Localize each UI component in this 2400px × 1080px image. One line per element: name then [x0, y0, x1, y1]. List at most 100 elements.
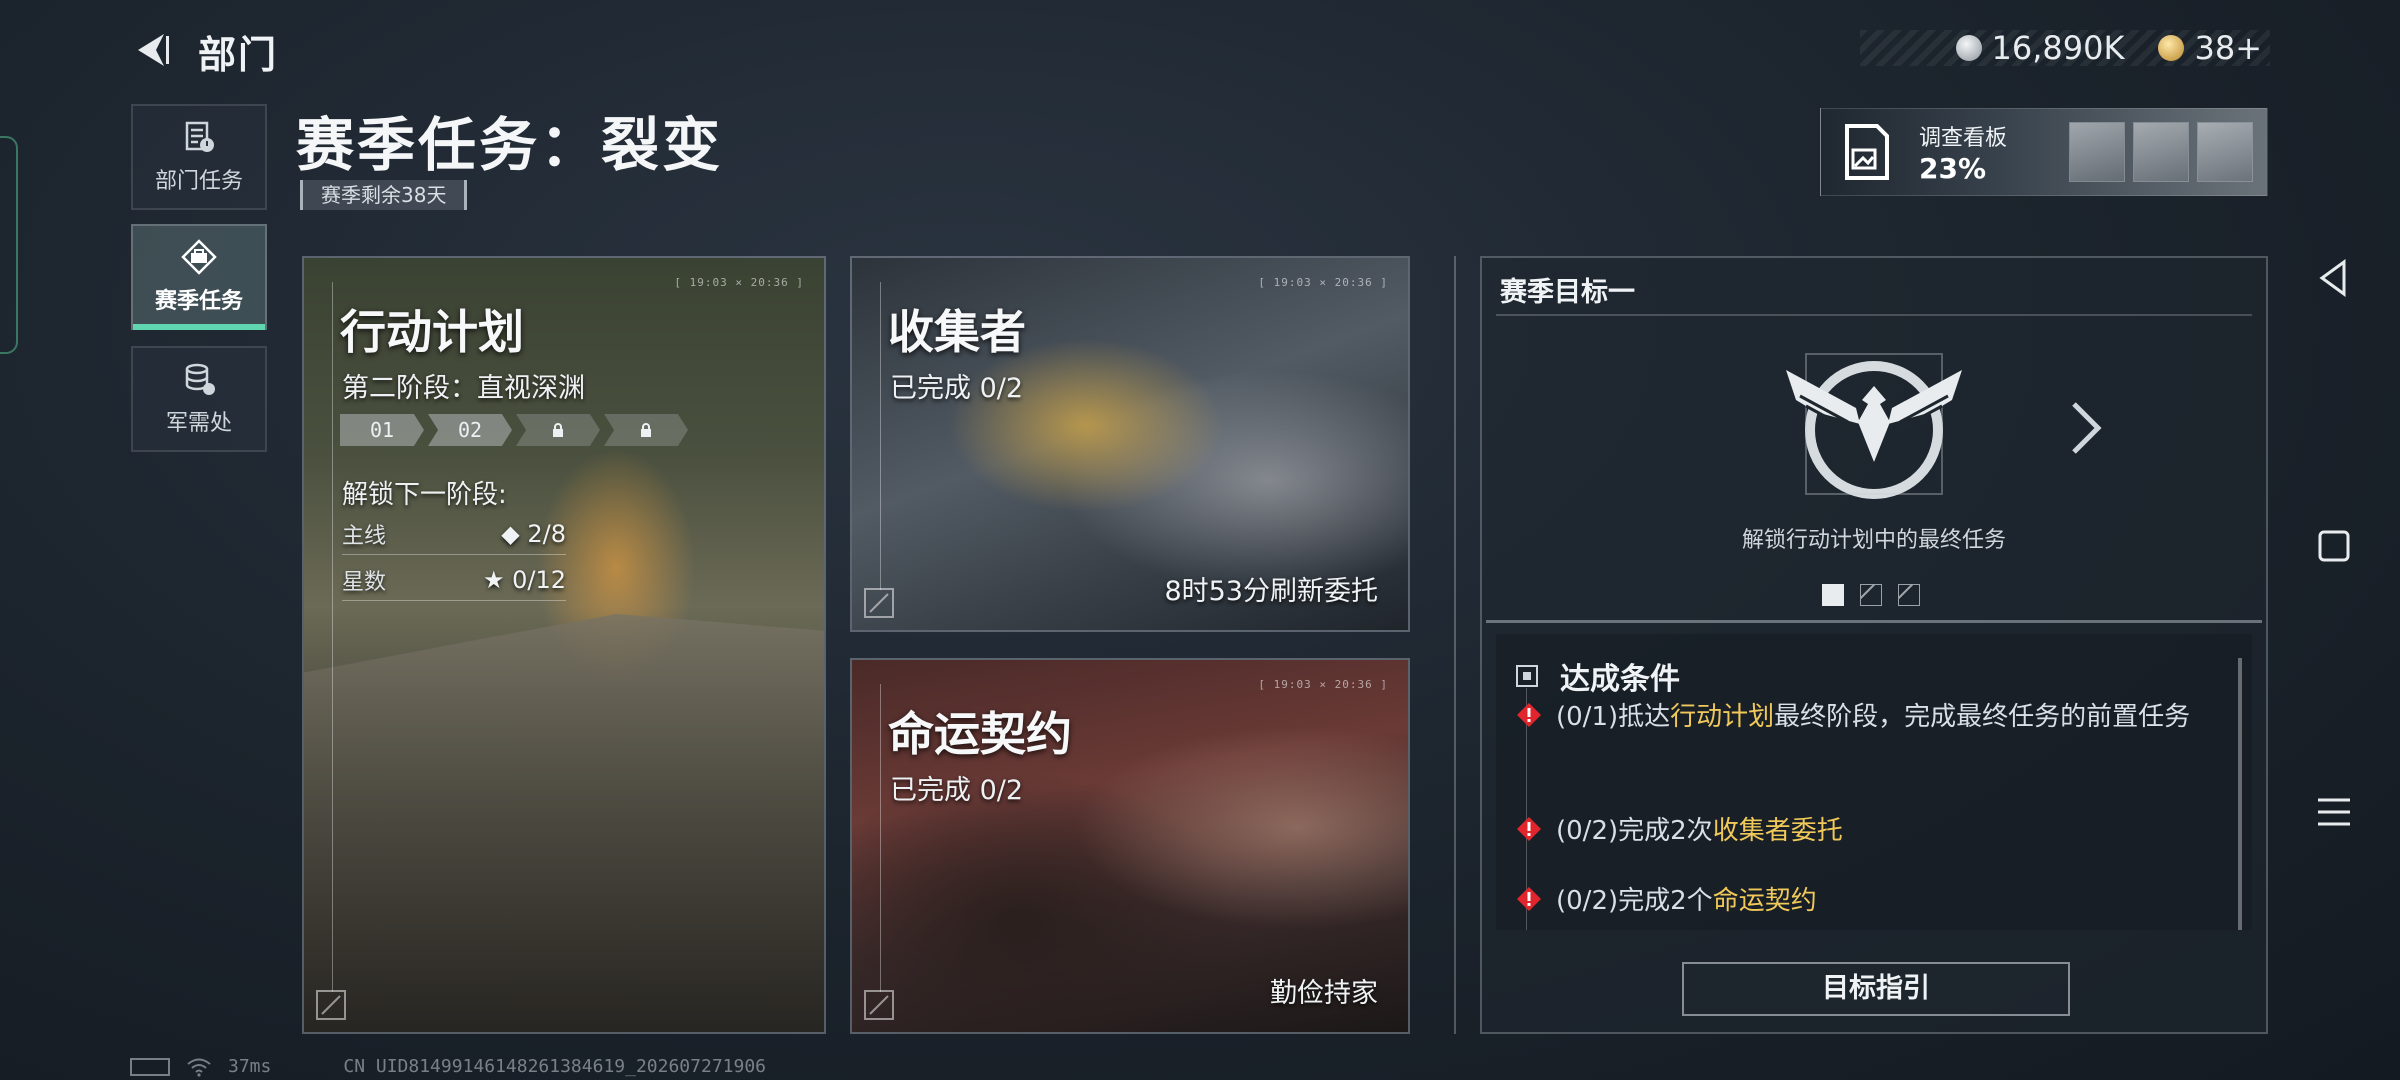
season-goal-description: 解锁行动计划中的最终任务	[1741, 528, 2006, 553]
silver-coin-icon	[1955, 35, 1982, 61]
conditions-title: 达成条件	[1560, 662, 1680, 697]
user-uid: CN UID8149914614826138461​9_202607271906	[343, 1056, 766, 1077]
square-home-icon	[2318, 530, 2350, 562]
evidence-photo	[2197, 122, 2253, 182]
next-goal-arrow-icon[interactable]	[2066, 398, 2106, 458]
card-timestamp: [ 19:03 × 20:36 ]	[1258, 678, 1388, 691]
card-guide-line	[332, 282, 333, 992]
fate-contract-tag: 勤俭持家	[1270, 978, 1378, 1009]
sidebar-item-label: 部门任务	[154, 169, 243, 194]
progress-key: 主线	[342, 524, 387, 549]
expand-corner-icon	[864, 990, 894, 1020]
back-button[interactable]	[130, 28, 174, 72]
progress-key: 星数	[342, 570, 387, 595]
triangle-back-icon	[2319, 259, 2346, 297]
currency-bar: 16,890K 38+	[1860, 29, 2270, 67]
page-dot-active[interactable]	[1822, 584, 1844, 606]
condition-text: (0/1)抵达行动计划最终阶段，完成最终任务的前置任务	[1556, 702, 2191, 732]
progress-value: ◆ 2/8	[501, 520, 566, 548]
eagle-emblem-icon[interactable]	[1776, 352, 1972, 502]
back-arrow-icon	[138, 34, 169, 66]
condition-text: (0/2)完成2次收集者委托	[1556, 816, 1843, 846]
stage-04-locked	[604, 414, 688, 446]
goal-divider	[1496, 314, 2252, 316]
section-divider	[1454, 256, 1456, 1034]
page-dot[interactable]	[1860, 584, 1882, 606]
survey-board-button[interactable]: 调查看板 23%	[1820, 108, 2268, 196]
season-goal-title: 赛季目标一	[1500, 277, 1635, 308]
card-guide-line	[880, 684, 881, 992]
lock-icon	[553, 423, 563, 437]
survey-board-label: 调查看板	[1919, 125, 2008, 151]
page-header-title: 部门	[198, 33, 279, 77]
condition-item: (0/2)完成2个命运契约	[1516, 880, 2212, 922]
goal-page-indicator	[1822, 584, 1920, 606]
survey-board-percent: 23%	[1919, 151, 1987, 185]
warning-icon	[1517, 887, 1541, 911]
card-guide-line	[880, 282, 881, 590]
collector-progress: 已完成 0/2	[890, 373, 1024, 404]
fate-contract-card[interactable]: [ 19:03 × 20:36 ] 命运契约 已完成 0/2 勤俭持家	[850, 658, 1410, 1034]
season-goal-panel: 赛季目标一 解锁行动计划中的最终任务 达成条件 (0/1)抵达行动计划最终阶段，…	[1480, 256, 2268, 1034]
goal-divider-strong	[1486, 620, 2262, 623]
stage-03-locked	[516, 414, 600, 446]
supply-icon	[185, 363, 215, 395]
fate-contract-title: 命运契约	[888, 707, 1072, 761]
season-task-icon	[181, 239, 217, 275]
battery-icon	[130, 1057, 170, 1076]
evidence-photo	[2133, 122, 2189, 182]
screen-edge-handle[interactable]	[0, 136, 18, 354]
department-task-icon	[185, 121, 214, 152]
menu-lines-icon	[2318, 798, 2350, 826]
page-dot[interactable]	[1898, 584, 1920, 606]
card-timestamp: [ 19:03 × 20:36 ]	[674, 276, 804, 289]
sidebar-item-label: 军需处	[165, 411, 232, 436]
building-silhouette	[304, 614, 824, 1032]
warning-icon	[1517, 703, 1541, 727]
collector-refresh-timer: 8时53分刷新委托	[1164, 576, 1378, 607]
main-line-progress: 主线 ◆ 2/8	[342, 518, 566, 555]
expand-corner-icon	[316, 990, 346, 1020]
star-progress: 星数 ★ 0/12	[342, 564, 566, 601]
conditions-scrollbar[interactable]	[2238, 658, 2242, 930]
wifi-icon	[187, 1058, 211, 1077]
survey-board-photos	[2069, 122, 2253, 182]
season-remaining-badge: 赛季剩余38天	[300, 180, 468, 210]
sidebar-item-label: 赛季任务	[154, 289, 243, 314]
goal-guide-button[interactable]: 目标指引	[1682, 962, 2070, 1016]
evidence-photo	[2069, 122, 2125, 182]
expand-corner-icon	[864, 588, 894, 618]
sidebar-item-department-tasks[interactable]: 部门任务	[131, 104, 267, 210]
condition-item: (0/2)完成2次收集者委托	[1516, 810, 2212, 852]
status-footer: 37ms CN UID8149914614826138461​9_2026072…	[130, 1056, 766, 1077]
fate-contract-progress: 已完成 0/2	[890, 775, 1024, 806]
system-menu-button[interactable]	[2308, 786, 2360, 838]
unlock-next-stage-label: 解锁下一阶段:	[342, 480, 507, 510]
sidebar-item-season-tasks[interactable]: 赛季任务	[131, 224, 267, 330]
collector-title: 收集者	[888, 305, 1026, 359]
system-back-button[interactable]	[2308, 252, 2360, 304]
survey-board-icon	[1845, 124, 1889, 180]
warning-icon	[1517, 817, 1541, 841]
page-title: 赛季任务：裂变	[296, 111, 724, 179]
stage-01: 01	[340, 414, 424, 446]
condition-text: (0/2)完成2个命运契约	[1556, 886, 1817, 916]
conditions-list[interactable]: 达成条件 (0/1)抵达行动计划最终阶段，完成最终任务的前置任务 (0/2)完成…	[1496, 634, 2252, 930]
lock-icon	[641, 423, 651, 437]
stage-progress: 01 02	[340, 414, 688, 446]
card-timestamp: [ 19:03 × 20:36 ]	[1258, 276, 1388, 289]
progress-value: ★ 0/12	[482, 566, 566, 594]
sidebar-item-supply[interactable]: 军需处	[131, 346, 267, 452]
operation-plan-stage: 第二阶段：直视深渊	[342, 373, 585, 404]
condition-item: (0/1)抵达行动计划最终阶段，完成最终任务的前置任务	[1516, 696, 2212, 738]
operation-plan-title: 行动计划	[340, 305, 524, 359]
silver-currency-value: 16,890K	[1991, 29, 2125, 67]
operation-plan-card[interactable]: [ 19:03 × 20:36 ] 行动计划 第二阶段：直视深渊 01 02 解…	[302, 256, 826, 1034]
conditions-marker-icon	[1516, 665, 1538, 687]
gold-currency-value[interactable]: 38+	[2194, 29, 2262, 67]
collector-card[interactable]: [ 19:03 × 20:36 ] 收集者 已完成 0/2 8时53分刷新委托	[850, 256, 1410, 632]
system-home-button[interactable]	[2308, 520, 2360, 572]
stage-02: 02	[428, 414, 512, 446]
ping-value: 37ms	[228, 1056, 272, 1077]
gold-coin-icon	[2158, 35, 2185, 61]
